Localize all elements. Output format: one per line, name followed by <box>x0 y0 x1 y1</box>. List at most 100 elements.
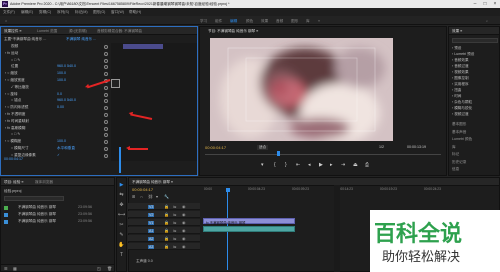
keyframe-toggle-icon[interactable] <box>104 153 108 158</box>
new-item-icon[interactable]: ◳ <box>97 266 101 271</box>
add-marker-timeline-icon[interactable]: ▾ <box>156 194 158 199</box>
panel-link[interactable]: 历史记录 <box>452 160 466 166</box>
program-video-frame[interactable] <box>210 38 393 141</box>
keyframe-toggle-icon[interactable] <box>104 99 108 104</box>
maximize-icon[interactable]: □ <box>480 0 490 8</box>
panel-link[interactable]: 库 <box>452 145 456 151</box>
minimize-icon[interactable]: – <box>470 0 480 8</box>
lock-icon[interactable]: 🔒 <box>164 228 169 233</box>
keyframe-toggle-icon[interactable] <box>104 72 108 77</box>
lift-icon[interactable]: ⏏ <box>353 162 358 168</box>
mark-out-icon[interactable]: } <box>285 162 287 168</box>
effects-search-input[interactable] <box>452 38 498 43</box>
ripple-edit-icon[interactable]: ✥ <box>118 202 125 209</box>
home-icon[interactable]: ⌂ <box>5 19 7 23</box>
tab-effects[interactable]: 效果 ≡ <box>452 29 462 34</box>
property-value[interactable]: ✓ <box>57 153 60 157</box>
keyframe-toggle-icon[interactable] <box>104 85 108 90</box>
eye-icon[interactable]: ◉ <box>182 236 186 241</box>
track-label[interactable]: V2 <box>148 212 155 217</box>
timeline-settings-icon[interactable]: 🔧 <box>164 194 169 199</box>
sync-icon[interactable]: ⇋ <box>173 212 176 217</box>
workspace-audio[interactable]: 音频 <box>276 19 283 24</box>
track-header[interactable]: V1 🔒 ⇋ ◉ <box>128 219 200 226</box>
tab-effect-controls[interactable]: 效果控件 ≡ <box>4 29 21 34</box>
eye-icon[interactable]: ◉ <box>182 244 186 249</box>
export-frame-icon[interactable]: ⎙ <box>365 162 369 168</box>
keyframe-toggle-icon[interactable] <box>104 45 108 49</box>
panel-link[interactable]: Lumetri 颜色 <box>452 137 472 143</box>
track-label[interactable]: A1 <box>148 228 155 233</box>
sync-icon[interactable]: ⇋ <box>173 236 176 241</box>
list-view-icon[interactable]: ☰ <box>4 266 8 271</box>
panel-link[interactable]: 基本声音 <box>452 130 466 136</box>
track-header[interactable]: V2 🔒 ⇋ ◉ <box>128 211 200 218</box>
project-item[interactable]: 不满钢琴曲 纯音乐 钢琴 23:09:56 <box>4 205 114 211</box>
audio-clip[interactable] <box>203 226 295 232</box>
workspace-more[interactable]: » <box>318 19 320 23</box>
program-timecode-current[interactable]: 00:00:04:17 <box>205 145 226 150</box>
track-label[interactable]: V3 <box>148 204 155 209</box>
go-to-in-icon[interactable]: ⇤ <box>296 162 300 168</box>
tab-sequence[interactable]: 不满钢琴曲 纯音乐 钢琴 ≡ <box>132 180 173 185</box>
property-value[interactable]: 0.0 <box>57 92 62 96</box>
menu-graphics[interactable]: 图形(G) <box>93 10 105 15</box>
lock-icon[interactable]: 🔒 <box>164 244 169 249</box>
track-label[interactable]: A2 <box>148 236 155 241</box>
menu-marker[interactable]: 标记(M) <box>75 10 88 15</box>
selection-tool-icon[interactable]: ▶ <box>118 182 125 189</box>
effects-tree-item[interactable]: › 视频过渡 <box>452 112 469 118</box>
panel-link[interactable]: 基本图形 <box>452 122 466 128</box>
trash-icon[interactable]: 🗑 <box>107 266 112 271</box>
keyframe-toggle-icon[interactable] <box>104 106 108 111</box>
keyframe-toggle-icon[interactable] <box>104 58 108 63</box>
linked-selection-icon[interactable]: ⛓ <box>148 194 153 199</box>
play-icon[interactable]: ▶ <box>319 162 323 168</box>
hand-tool-icon[interactable]: ✋ <box>118 242 125 249</box>
project-search-input[interactable] <box>4 196 64 201</box>
go-to-out-icon[interactable]: ⇥ <box>341 162 345 168</box>
rate-stretch-icon[interactable]: ⟷ <box>118 212 125 219</box>
keyframe-toggle-icon[interactable] <box>104 147 108 151</box>
fit-dropdown[interactable]: 适合 <box>257 145 269 150</box>
eye-icon[interactable]: ◉ <box>182 228 186 233</box>
workspace-assembly[interactable]: 组件 <box>215 19 222 24</box>
eye-icon[interactable]: ◉ <box>182 204 186 209</box>
sync-icon[interactable]: ⇋ <box>173 228 176 233</box>
property-value[interactable]: 100.0 <box>57 78 66 82</box>
workspace-libraries[interactable]: 库 <box>306 19 310 24</box>
timeline-timecode[interactable]: 00:00:04:17 <box>132 187 153 192</box>
menu-help[interactable]: 帮助(H) <box>129 10 141 15</box>
menu-sequence[interactable]: 序列(S) <box>57 10 69 15</box>
track-header[interactable]: V3 🔒 ⇋ ◉ <box>128 203 200 210</box>
keyframe-area[interactable] <box>111 43 197 161</box>
project-item[interactable]: 不满钢琴曲 纯音乐 钢琴 23:09:56 <box>4 212 114 218</box>
playhead-handle[interactable] <box>225 188 230 192</box>
track-header[interactable]: A3 🔒 ⇋ ◉ <box>128 243 200 250</box>
property-value[interactable]: 100.0 <box>57 71 66 75</box>
keyframe-toggle-icon[interactable] <box>104 65 108 70</box>
menu-file[interactable]: 文件(F) <box>3 10 15 15</box>
workspace-learn[interactable]: 学习 <box>200 19 207 24</box>
track-label[interactable]: V1 <box>148 220 155 225</box>
keyframe-toggle-icon[interactable] <box>104 140 108 145</box>
sync-icon[interactable]: ⇋ <box>173 220 176 225</box>
property-value[interactable]: 水平和垂直 <box>57 146 75 151</box>
track-header[interactable]: A1 🔒 ⇋ ◉ <box>128 227 200 234</box>
keyframe-toggle-icon[interactable] <box>104 119 108 124</box>
mark-in-icon[interactable]: { <box>274 162 276 168</box>
playback-resolution-dropdown[interactable]: 1/2 <box>379 145 384 149</box>
lock-icon[interactable]: 🔒 <box>164 236 169 241</box>
panel-link[interactable]: 信息 <box>452 167 459 173</box>
workspace-graphics[interactable]: 图形 <box>291 19 298 24</box>
project-item[interactable]: 不满钢琴曲 纯音乐 钢琴 23:09:56 <box>4 219 114 225</box>
sync-icon[interactable]: ⇋ <box>173 244 176 249</box>
workspace-color[interactable]: 颜色 <box>246 19 253 24</box>
keyframe-toggle-icon[interactable] <box>104 92 108 97</box>
menu-window[interactable]: 窗口(W) <box>111 10 124 15</box>
program-playhead[interactable] <box>277 151 280 156</box>
property-value[interactable]: 960.0 540.0 <box>57 64 76 68</box>
panel-link[interactable]: 标记 <box>452 152 459 158</box>
razor-tool-icon[interactable]: ✂ <box>118 222 125 229</box>
tab-source[interactable]: 源:(无剪辑) <box>69 29 87 34</box>
